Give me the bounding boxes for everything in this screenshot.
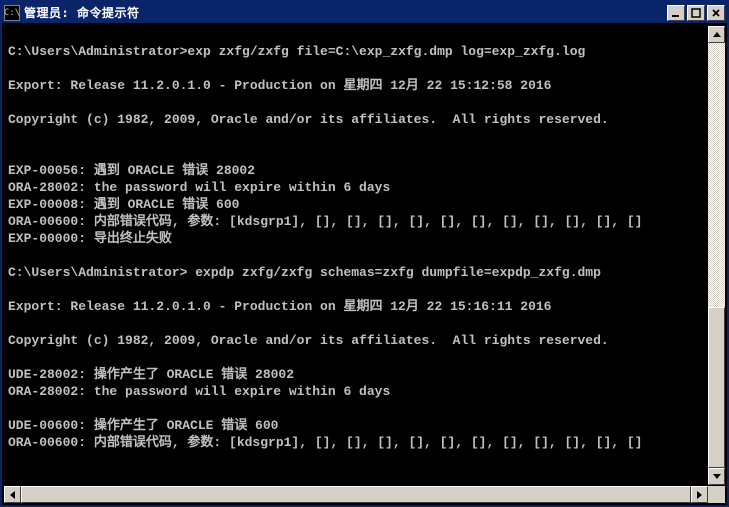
titlebar[interactable]: C:\ 管理员: 命令提示符 xyxy=(2,2,727,24)
terminal-line xyxy=(8,128,725,145)
terminal-line: ORA-28002: the password will expire with… xyxy=(8,179,725,196)
terminal-line xyxy=(8,400,725,417)
terminal-line: EXP-00008: 遇到 ORACLE 错误 600 xyxy=(8,196,725,213)
terminal-line: EXP-00056: 遇到 ORACLE 错误 28002 xyxy=(8,162,725,179)
terminal-line: EXP-00000: 导出终止失败 xyxy=(8,230,725,247)
terminal-line: C:\Users\Administrator> expdp zxfg/zxfg … xyxy=(8,264,725,281)
terminal-line: Export: Release 11.2.0.1.0 - Production … xyxy=(8,298,725,315)
terminal-output[interactable]: C:\Users\Administrator>exp zxfg/zxfg fil… xyxy=(2,24,727,505)
window-title: 管理员: 命令提示符 xyxy=(24,4,667,21)
terminal-line: Copyright (c) 1982, 2009, Oracle and/or … xyxy=(8,332,725,349)
terminal-line xyxy=(8,26,725,43)
terminal-line xyxy=(8,349,725,366)
terminal-line xyxy=(8,60,725,77)
vertical-scrollbar[interactable] xyxy=(708,26,725,485)
terminal-line: C:\Users\Administrator>exp zxfg/zxfg fil… xyxy=(8,43,725,60)
scroll-right-button[interactable] xyxy=(691,486,708,503)
horizontal-scrollbar[interactable] xyxy=(4,486,708,503)
terminal-line xyxy=(8,315,725,332)
scroll-down-button[interactable] xyxy=(708,468,725,485)
terminal-line xyxy=(8,451,725,468)
window-controls xyxy=(667,5,727,21)
chevron-left-icon xyxy=(10,491,15,499)
terminal-line: Copyright (c) 1982, 2009, Oracle and/or … xyxy=(8,111,725,128)
vertical-scroll-thumb[interactable] xyxy=(708,307,725,469)
chevron-right-icon xyxy=(697,491,702,499)
terminal-line: ORA-00600: 内部错误代码, 参数: [kdsgrp1], [], []… xyxy=(8,213,725,230)
terminal-line: UDE-28002: 操作产生了 ORACLE 错误 28002 xyxy=(8,366,725,383)
maximize-button[interactable] xyxy=(687,5,705,21)
chevron-down-icon xyxy=(713,474,721,479)
chevron-up-icon xyxy=(713,32,721,37)
terminal-line: ORA-28002: the password will expire with… xyxy=(8,383,725,400)
scrollbar-corner xyxy=(708,486,725,503)
scroll-up-button[interactable] xyxy=(708,26,725,43)
terminal-line xyxy=(8,281,725,298)
horizontal-scroll-thumb[interactable] xyxy=(21,486,691,503)
terminal-line: UDE-00600: 操作产生了 ORACLE 错误 600 xyxy=(8,417,725,434)
terminal-line xyxy=(8,94,725,111)
minimize-button[interactable] xyxy=(667,5,685,21)
terminal-line xyxy=(8,468,725,485)
terminal-line: ORA-00600: 内部错误代码, 参数: [kdsgrp1], [], []… xyxy=(8,434,725,451)
scroll-left-button[interactable] xyxy=(4,486,21,503)
vertical-scroll-track[interactable] xyxy=(708,43,725,468)
terminal-line: Export: Release 11.2.0.1.0 - Production … xyxy=(8,77,725,94)
command-prompt-window: C:\ 管理员: 命令提示符 C:\Users\Administrator>ex… xyxy=(0,0,729,507)
terminal-line xyxy=(8,145,725,162)
app-icon: C:\ xyxy=(4,5,20,21)
close-button[interactable] xyxy=(707,5,725,21)
terminal-line xyxy=(8,247,725,264)
horizontal-scroll-track[interactable] xyxy=(21,486,691,503)
